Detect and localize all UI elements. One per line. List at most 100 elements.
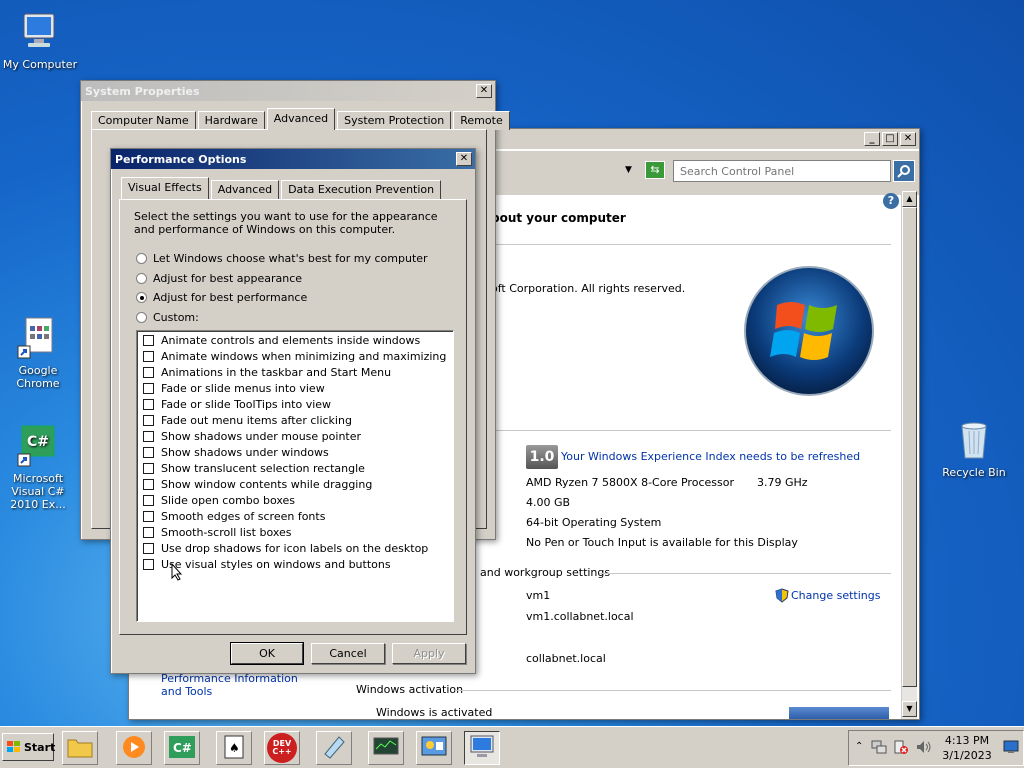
effect-smooth-fonts[interactable]: Smooth edges of screen fonts: [143, 508, 325, 524]
taskbar-network[interactable]: [368, 731, 404, 765]
checkbox[interactable]: [143, 446, 154, 458]
effect-fade-menu-items[interactable]: Fade out menu items after clicking: [143, 412, 352, 428]
checkbox[interactable]: [143, 558, 154, 570]
help-icon[interactable]: ?: [883, 193, 899, 209]
taskbar-visual-csharp[interactable]: C#: [164, 731, 200, 765]
processor-value: AMD Ryzen 7 5800X 8-Core Processor: [526, 476, 734, 489]
tab-remote[interactable]: Remote: [453, 111, 510, 130]
genuine-banner[interactable]: [789, 707, 889, 719]
cancel-button[interactable]: Cancel: [311, 643, 385, 664]
taskbar-notepad[interactable]: [316, 731, 352, 765]
effect-fade-tooltips[interactable]: Fade or slide ToolTips into view: [143, 396, 331, 412]
checkbox[interactable]: [143, 414, 154, 426]
desktop-icon-visual-csharp[interactable]: C# Microsoft Visual C# 2010 Ex...: [0, 424, 78, 511]
desktop-icon-google-chrome[interactable]: Google Chrome: [0, 316, 78, 390]
action-center-icon[interactable]: [893, 739, 909, 755]
tab-hardware[interactable]: Hardware: [197, 111, 265, 130]
scroll-up-icon[interactable]: ▲: [902, 191, 917, 207]
checkbox[interactable]: [143, 526, 154, 538]
effect-window-shadows[interactable]: Show shadows under windows: [143, 444, 329, 460]
system-type-value: 64-bit Operating System: [526, 516, 662, 529]
effect-translucent-selection[interactable]: Show translucent selection rectangle: [143, 460, 365, 476]
performance-options-titlebar: Performance Options ✕: [111, 149, 475, 169]
start-button[interactable]: Start: [2, 733, 55, 761]
volume-icon[interactable]: [915, 739, 933, 755]
checkbox[interactable]: [143, 542, 154, 554]
effect-animate-controls[interactable]: Animate controls and elements inside win…: [143, 332, 420, 348]
tab-data-execution-prevention[interactable]: Data Execution Prevention: [281, 180, 442, 199]
desktop-icon-recycle-bin[interactable]: Recycle Bin: [934, 418, 1014, 479]
effect-slide-combo-boxes[interactable]: Slide open combo boxes: [143, 492, 295, 508]
checkbox[interactable]: [143, 398, 154, 410]
full-computer-name-value: vm1.collabnet.local: [526, 610, 634, 623]
checkbox[interactable]: [143, 462, 154, 474]
show-desktop-icon[interactable]: [1003, 740, 1019, 754]
effect-fade-menus[interactable]: Fade or slide menus into view: [143, 380, 325, 396]
tab-advanced[interactable]: Advanced: [210, 180, 280, 199]
taskbar-control-panel[interactable]: [416, 731, 452, 765]
wei-refresh-link[interactable]: Your Windows Experience Index needs to b…: [561, 450, 860, 463]
tab-computer-name[interactable]: Computer Name: [91, 111, 196, 130]
effect-taskbar-animations[interactable]: Animations in the taskbar and Start Menu: [143, 364, 391, 380]
checkbox[interactable]: [143, 334, 154, 346]
maximize-button[interactable]: □: [882, 132, 898, 146]
radio-custom[interactable]: Custom:: [136, 311, 199, 324]
see-also-link[interactable]: Performance Information and Tools: [161, 672, 311, 698]
scroll-down-icon[interactable]: ▼: [902, 701, 917, 717]
checkbox[interactable]: [143, 430, 154, 442]
refresh-icon[interactable]: ⇆: [645, 161, 665, 179]
scroll-thumb[interactable]: [902, 207, 917, 687]
windows-flag-icon: [7, 741, 21, 753]
tab-system-protection[interactable]: System Protection: [337, 111, 452, 130]
close-button[interactable]: ✕: [456, 152, 472, 166]
cards-icon: ♠: [222, 734, 246, 763]
taskbar-explorer[interactable]: [62, 731, 98, 765]
effect-animate-windows[interactable]: Animate windows when minimizing and maxi…: [143, 348, 446, 364]
show-hidden-icons-icon[interactable]: ⌃: [855, 741, 863, 752]
apply-button[interactable]: Apply: [392, 643, 466, 664]
search-icon[interactable]: [893, 160, 915, 182]
change-settings-link[interactable]: Change settings: [791, 589, 880, 602]
taskbar-dev-cpp[interactable]: DEV C++: [264, 731, 300, 765]
radio-best-performance[interactable]: Adjust for best performance: [136, 291, 307, 304]
radio-circle[interactable]: [136, 253, 147, 264]
checkbox[interactable]: [143, 478, 154, 490]
address-dropdown-icon[interactable]: ▼: [625, 165, 632, 175]
ok-button[interactable]: OK: [230, 642, 304, 665]
effect-icon-label-shadows[interactable]: Use drop shadows for icon labels on the …: [143, 540, 428, 556]
media-player-icon: [121, 734, 147, 763]
csharp-icon: C#: [168, 735, 196, 762]
taskbar-solitaire[interactable]: ♠: [216, 731, 252, 765]
radio-circle[interactable]: [136, 273, 147, 284]
folder-icon: [67, 736, 93, 761]
minimize-button[interactable]: _: [864, 132, 880, 146]
radio-best-appearance[interactable]: Adjust for best appearance: [136, 272, 302, 285]
checkbox[interactable]: [143, 366, 154, 378]
effect-smooth-scroll[interactable]: Smooth-scroll list boxes: [143, 524, 292, 540]
close-button[interactable]: ✕: [900, 132, 916, 146]
visual-effects-list[interactable]: Animate controls and elements inside win…: [136, 330, 454, 622]
checkbox[interactable]: [143, 510, 154, 522]
activation-status: Windows is activated: [376, 706, 493, 719]
effect-pointer-shadows[interactable]: Show shadows under mouse pointer: [143, 428, 361, 444]
taskbar-media-player[interactable]: [116, 731, 152, 765]
close-button[interactable]: ✕: [476, 84, 492, 98]
desktop-icon-my-computer[interactable]: My Computer: [0, 10, 80, 71]
clock[interactable]: 4:13 PM 3/1/2023: [937, 733, 997, 763]
radio-let-windows-choose[interactable]: Let Windows choose what's best for my co…: [136, 252, 428, 265]
network-tray-icon[interactable]: [871, 739, 887, 755]
taskbar-system[interactable]: [464, 731, 500, 765]
radio-circle[interactable]: [136, 312, 147, 323]
tab-visual-effects[interactable]: Visual Effects: [121, 177, 209, 199]
shield-icon: [775, 588, 789, 606]
checkbox[interactable]: [143, 382, 154, 394]
checkbox[interactable]: [143, 350, 154, 362]
clock-time: 4:13 PM: [944, 734, 990, 747]
vertical-scrollbar[interactable]: ▲ ▼: [901, 191, 917, 719]
domain-value: collabnet.local: [526, 652, 606, 665]
checkbox[interactable]: [143, 494, 154, 506]
effect-window-contents-dragging[interactable]: Show window contents while dragging: [143, 476, 372, 492]
tab-advanced[interactable]: Advanced: [266, 108, 336, 130]
search-input[interactable]: [673, 160, 891, 182]
radio-circle-selected[interactable]: [136, 292, 147, 303]
